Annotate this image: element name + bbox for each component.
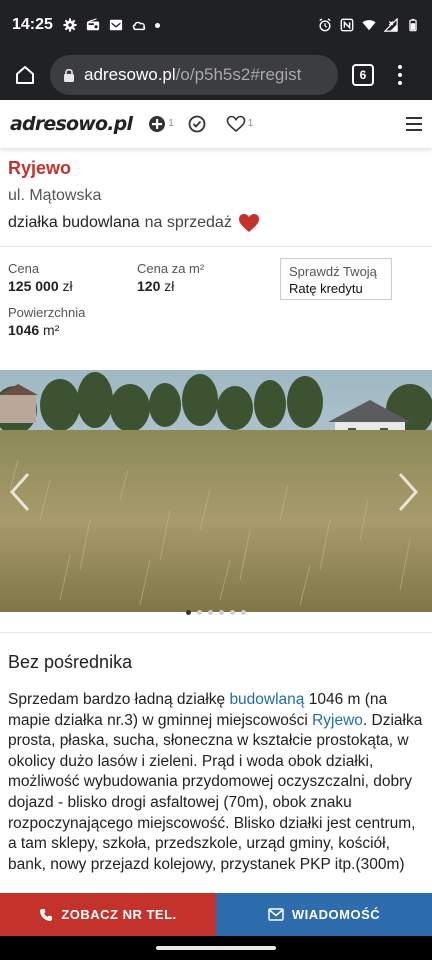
plus-circle-icon — [149, 116, 166, 132]
price-per-m2-value: 120 zł — [137, 278, 204, 294]
price-unit: zł — [62, 278, 73, 294]
contact-action-bar: ZOBACZ NR TEL. WIADOMOŚĆ — [0, 893, 432, 936]
home-gesture-pill[interactable] — [156, 946, 276, 950]
divider — [0, 246, 432, 247]
gallery-dot[interactable] — [219, 610, 224, 615]
check-circle-icon — [188, 115, 206, 133]
area-amount: 1046 — [8, 322, 40, 338]
send-message-label: WIADOMOŚĆ — [291, 907, 381, 922]
alarm-icon — [319, 18, 331, 32]
area-unit: m² — [43, 322, 60, 338]
url-bar[interactable]: adresowo.pl/o/p5h5s2#regist — [50, 55, 338, 95]
price-per-m2-unit: zł — [164, 278, 175, 294]
hamburger-menu-button[interactable] — [406, 117, 422, 131]
add-listing-button[interactable]: 1 — [148, 115, 174, 133]
credit-button-line1: Sprawdź Twoją — [289, 264, 377, 279]
listing-type-sale: na sprzedaż — [144, 214, 232, 231]
favorites-button[interactable]: 1 — [226, 115, 254, 133]
mail-icon — [109, 19, 123, 31]
lock-icon — [64, 68, 74, 82]
credit-button-line2: Ratę kredytu — [289, 281, 363, 296]
heart-outline-icon — [226, 115, 246, 133]
description-title: Bez pośrednika — [8, 652, 133, 672]
area-value: 1046 m² — [8, 322, 85, 338]
menu-dot — [398, 73, 402, 77]
favorites-count: 1 — [247, 117, 254, 129]
radio-icon — [86, 18, 100, 31]
description-link-type[interactable]: budowlaną — [229, 691, 304, 708]
settings-icon — [63, 18, 77, 32]
listing-city[interactable]: Ryjewo — [8, 158, 424, 179]
add-count: 1 — [168, 117, 174, 129]
listing-type: działka budowlana na sprzedaż — [8, 213, 424, 233]
next-photo-icon[interactable] — [396, 470, 422, 514]
battery-icon — [409, 18, 417, 32]
gallery-dot[interactable] — [230, 610, 235, 615]
area-block: Powierzchnia 1046 m² — [8, 305, 85, 338]
site-header: adresowo.pl 1 1 — [0, 100, 432, 148]
description-section: Bez pośrednika Sprzedam bardzo ładną dzi… — [0, 632, 432, 875]
description-text: Sprzedam bardzo ładną działkę budowlaną … — [8, 690, 424, 875]
description-text-part: Sprzedam bardzo ładną działkę — [8, 691, 230, 708]
url-host: adresowo.pl — [84, 65, 176, 84]
gallery-dot[interactable] — [186, 610, 191, 615]
price-label: Cena — [8, 261, 40, 276]
check-credit-button[interactable]: Sprawdź Twoją Ratę kredytu — [280, 258, 392, 300]
description-text-part: . Działka prosta, płaska, sucha, słonecz… — [8, 711, 423, 873]
menu-dot — [398, 81, 402, 85]
show-phone-label: ZOBACZ NR TEL. — [61, 907, 177, 922]
signal-icon — [384, 18, 398, 32]
gallery-dot[interactable] — [241, 610, 246, 615]
show-phone-button[interactable]: ZOBACZ NR TEL. — [0, 893, 216, 936]
nfc-icon — [340, 18, 354, 32]
gallery-dot[interactable] — [197, 610, 202, 615]
menu-line — [406, 122, 422, 126]
tab-switcher-button[interactable]: 6 — [352, 64, 374, 86]
price-amount: 125 000 — [8, 278, 59, 294]
price-per-m2-block: Cena za m² 120 zł — [137, 261, 204, 294]
site-logo[interactable]: adresowo.pl — [10, 113, 133, 135]
listing-photo[interactable] — [0, 370, 432, 612]
price-per-m2-label: Cena za m² — [137, 261, 205, 276]
listing-street: ul. Mątowska — [8, 187, 102, 204]
status-time: 14:25 — [12, 16, 53, 33]
envelope-icon — [268, 908, 284, 921]
menu-line — [406, 128, 422, 131]
url-path: /o/p5h5s2#regist — [175, 65, 302, 84]
menu-line — [406, 117, 422, 120]
notification-dot — [154, 22, 160, 28]
menu-dot — [398, 65, 402, 69]
cloud-icon — [132, 21, 146, 31]
wifi-icon — [362, 20, 376, 31]
gallery-dots — [0, 610, 432, 618]
listing-info: Ryjewo ul. Mątowska działka budowlana na… — [0, 148, 432, 233]
checked-button[interactable] — [188, 115, 206, 133]
send-message-button[interactable]: WIADOMOŚĆ — [216, 893, 432, 936]
photo-image — [0, 370, 432, 612]
price-block: Cena 125 000 zł — [8, 261, 73, 294]
phone-icon — [40, 908, 53, 921]
favorite-heart-icon[interactable] — [238, 213, 260, 233]
area-label: Powierzchnia — [8, 305, 86, 320]
price-value: 125 000 zł — [8, 278, 73, 294]
status-bar: 14:25 — [0, 0, 432, 50]
home-icon — [16, 66, 34, 84]
home-button[interactable] — [8, 58, 42, 92]
description-link-city[interactable]: Ryjewo — [312, 712, 363, 729]
prev-photo-icon[interactable] — [6, 470, 32, 514]
system-nav-bar — [0, 936, 432, 960]
browser-menu-button[interactable] — [392, 63, 408, 87]
browser-toolbar: adresowo.pl/o/p5h5s2#regist 6 — [0, 50, 432, 100]
listing-type-main: działka budowlana — [8, 214, 140, 231]
price-per-m2-amount: 120 — [137, 278, 161, 294]
gallery-dot[interactable] — [208, 610, 213, 615]
